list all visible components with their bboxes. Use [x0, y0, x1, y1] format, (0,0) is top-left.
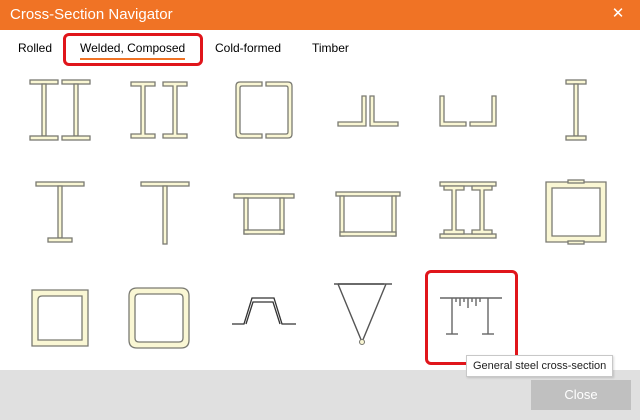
- box-section-welded-corner-icon[interactable]: [22, 280, 98, 356]
- section-type-tabs: Rolled Welded, Composed Cold-formed Timb…: [0, 30, 640, 66]
- double-angle-back-to-back-icon[interactable]: [330, 72, 406, 148]
- trapezoidal-section-icon[interactable]: [226, 280, 302, 356]
- i-section-icon[interactable]: [538, 72, 614, 148]
- rectangular-hollow-section-icon[interactable]: [538, 172, 614, 248]
- triangular-truss-section-icon[interactable]: [324, 270, 400, 354]
- close-x-icon[interactable]: ✕: [610, 5, 626, 23]
- t-section-icon[interactable]: [127, 172, 203, 248]
- double-channel-inward-icon[interactable]: [121, 72, 197, 148]
- tab-rolled[interactable]: Rolled: [18, 41, 52, 55]
- t-section-flange-bottom-icon[interactable]: [22, 172, 98, 248]
- title-bar: Cross-Section Navigator ✕: [0, 0, 640, 30]
- double-channel-box-icon[interactable]: [226, 72, 302, 148]
- tab-label: Timber: [312, 41, 349, 55]
- tooltip: General steel cross-section: [466, 355, 614, 377]
- box-section-wide-icon[interactable]: [330, 172, 406, 248]
- square-hollow-section-icon[interactable]: [121, 280, 197, 356]
- double-i-composed-icon[interactable]: [430, 172, 506, 248]
- tab-welded-composed[interactable]: Welded, Composed: [80, 41, 186, 60]
- close-button[interactable]: Close: [531, 380, 631, 410]
- tab-label: Rolled: [18, 41, 53, 55]
- window-title: Cross-Section Navigator: [10, 6, 173, 23]
- box-section-flange-top-icon[interactable]: [226, 172, 302, 248]
- tab-timber[interactable]: Timber: [312, 41, 349, 55]
- general-steel-cross-section-icon[interactable]: [430, 280, 510, 356]
- tab-label: Cold-formed: [215, 41, 282, 55]
- double-angle-spaced-icon[interactable]: [430, 72, 506, 148]
- double-i-section-icon[interactable]: [22, 72, 98, 148]
- tab-label: Welded, Composed: [80, 41, 186, 55]
- tab-cold-formed[interactable]: Cold-formed: [215, 41, 281, 55]
- active-tab-underline: [80, 58, 186, 60]
